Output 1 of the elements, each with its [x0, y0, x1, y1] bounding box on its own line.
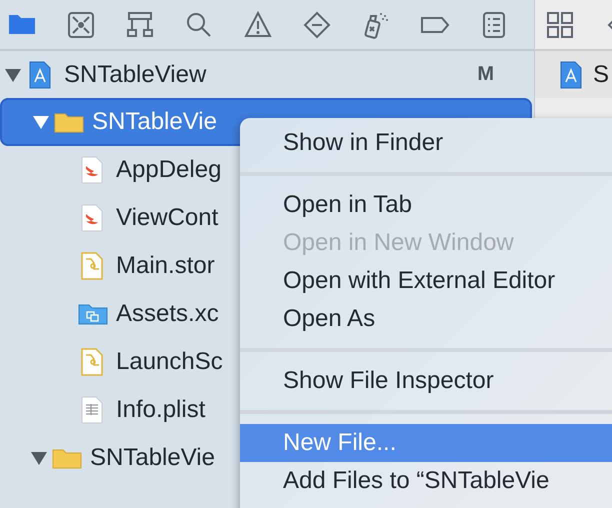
status-letter: M	[477, 63, 494, 86]
